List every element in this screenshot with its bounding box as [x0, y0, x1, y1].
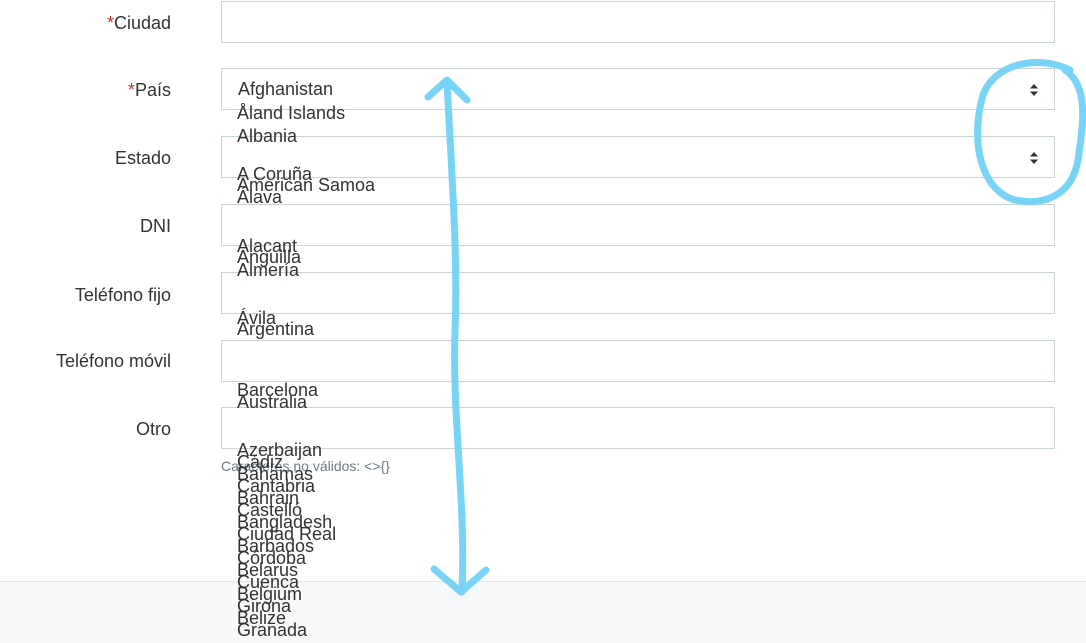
footer-bar [0, 581, 1086, 643]
state-option[interactable]: A Coruña [237, 164, 312, 185]
country-option[interactable]: Albania [237, 126, 297, 147]
state-option[interactable]: Cantabria [237, 476, 315, 497]
dni-input[interactable] [221, 204, 1055, 246]
otro-input[interactable] [221, 407, 1055, 449]
otro-label: Otro [135, 419, 171, 439]
dni-label: DNI [140, 216, 171, 236]
required-mark: * [106, 13, 114, 33]
pais-selected-value: Afghanistan [238, 79, 334, 99]
sort-caret-icon [1030, 152, 1038, 164]
state-option[interactable]: Castelló [237, 500, 302, 521]
state-option[interactable]: Álava [237, 187, 282, 208]
telefono-movil-input[interactable] [221, 340, 1055, 382]
state-option[interactable]: Cuenca [237, 572, 299, 593]
state-option[interactable]: Ciudad Real [237, 524, 336, 545]
ciudad-input[interactable] [221, 1, 1055, 43]
country-option[interactable]: Åland Islands [237, 103, 345, 124]
pais-select[interactable]: Afghanistan [221, 68, 1055, 110]
pais-label: *País [127, 80, 171, 100]
state-option[interactable]: Granada [237, 620, 307, 641]
telefono-fijo-label: Teléfono fijo [74, 285, 171, 305]
state-option[interactable]: Alacant [237, 236, 297, 257]
state-option[interactable]: Girona [237, 596, 291, 617]
sort-caret-icon [1030, 84, 1038, 96]
telefono-fijo-input[interactable] [221, 272, 1055, 314]
required-mark: * [127, 80, 135, 100]
state-option[interactable]: Barcelona [237, 380, 318, 401]
state-option[interactable]: Cádiz [237, 452, 283, 473]
estado-select[interactable] [221, 136, 1055, 178]
state-option[interactable]: Córdoba [237, 548, 306, 569]
state-option[interactable]: Almería [237, 260, 299, 281]
state-option[interactable]: Ávila [237, 308, 276, 329]
ciudad-label: *Ciudad [106, 13, 171, 33]
telefono-movil-label: Teléfono móvil [55, 351, 171, 371]
estado-label: Estado [114, 148, 171, 168]
